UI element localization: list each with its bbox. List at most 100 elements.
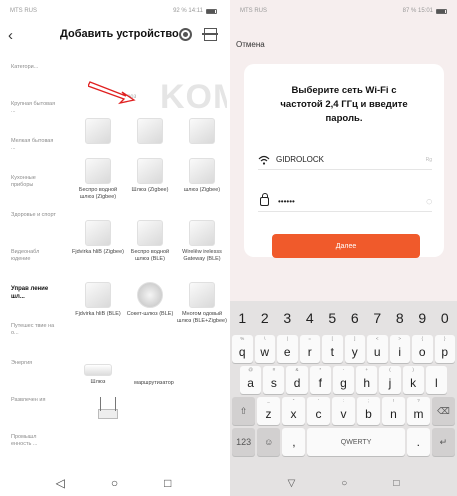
- home-nav-icon[interactable]: ○: [111, 476, 118, 490]
- sidebar-category-item[interactable]: Промышл енность ...: [0, 430, 57, 467]
- keyboard-key[interactable]: @ a: [240, 366, 262, 394]
- device-tile[interactable]: маршрутизатор: [98, 380, 184, 424]
- device-image-icon: [189, 220, 215, 246]
- keyboard-key[interactable]: [t: [322, 335, 343, 363]
- password-value: ••••••: [278, 197, 295, 206]
- back-icon[interactable]: ‹: [8, 27, 28, 44]
- sidebar-category-item[interactable]: Крупная бытовая ...: [0, 97, 57, 134]
- keyboard-key[interactable]: \ w: [254, 335, 275, 363]
- keyboard-key[interactable]: < u: [367, 335, 388, 363]
- sidebar-category-item[interactable]: Энергия: [0, 356, 57, 393]
- keyboard-key[interactable]: {o: [412, 335, 433, 363]
- keyboard-key[interactable]: 9: [412, 304, 433, 332]
- sidebar-category-item[interactable]: Здоровье и спорт: [0, 208, 57, 245]
- keyboard-key[interactable]: ; b: [357, 397, 380, 425]
- keyboard-key[interactable]: -g: [332, 366, 355, 394]
- device-tile[interactable]: Шлюз: [72, 356, 124, 386]
- keyboard-key[interactable]: (j: [379, 366, 401, 394]
- keyboard-key[interactable]: 3: [277, 304, 298, 332]
- keyboard-key[interactable]: 2: [255, 304, 276, 332]
- ssid-switch-text[interactable]: Rg: [426, 157, 432, 163]
- device-tile[interactable]: [176, 118, 227, 147]
- keyboard-key[interactable]: } p: [434, 335, 455, 363]
- dot-key[interactable]: .: [406, 428, 430, 456]
- device-tile[interactable]: Fjdvirka hliB (Zigbee): [72, 220, 124, 256]
- keyboard-key[interactable]: 0: [435, 304, 456, 332]
- device-label: Шлюз: [90, 379, 106, 385]
- keyboard-key[interactable]: ) k: [402, 366, 424, 394]
- keyboard-key[interactable]: ? m: [407, 397, 430, 425]
- wifi-card: Выберите сеть Wi-Fi с частотой 2,4 ГГц и…: [244, 64, 444, 257]
- home-nav-icon[interactable]: ○: [341, 478, 347, 489]
- device-tile[interactable]: Беспро водной шлюз (BLE): [124, 220, 176, 263]
- key-symbol-hint: ': [318, 398, 319, 403]
- eye-icon[interactable]: ◯: [426, 199, 432, 205]
- keyboard-key[interactable]: 1: [232, 304, 253, 332]
- keyboard-key[interactable]: ] y: [344, 335, 365, 363]
- key-symbol-hint: ]: [354, 336, 356, 341]
- keyboard-key[interactable]: & d: [286, 366, 308, 394]
- key-symbol-hint: <: [375, 336, 379, 341]
- device-tile[interactable]: [72, 118, 124, 147]
- key-letter: k: [410, 376, 417, 390]
- recent-nav-icon[interactable]: □: [393, 478, 399, 489]
- sidebar-category-item[interactable]: Кухонные приборы: [0, 171, 57, 208]
- keyboard-key[interactable]: 5: [322, 304, 343, 332]
- device-tile[interactable]: [124, 118, 176, 147]
- shift-key[interactable]: ⇧: [232, 397, 255, 425]
- keyboard-key[interactable]: ' c: [307, 397, 330, 425]
- keyboard-key[interactable]: :v: [332, 397, 355, 425]
- sidebar-category-item[interactable]: Путешес твие на о...: [0, 319, 57, 356]
- keyboard-key[interactable]: " x: [282, 397, 305, 425]
- comma-key[interactable]: ,: [282, 428, 306, 456]
- sidebar-category-item[interactable]: Видеонабл юдение: [0, 245, 57, 282]
- next-button[interactable]: Далее: [272, 234, 420, 258]
- device-tile[interactable]: Беспро водной шлюз (Zigbee): [72, 158, 124, 201]
- space-key[interactable]: QWERTY: [307, 428, 405, 456]
- ssid-field[interactable]: GIDROLOCK Rg: [258, 150, 432, 170]
- device-image-icon: [84, 364, 112, 376]
- qr-scan-icon[interactable]: [202, 28, 218, 41]
- sidebar-category-item[interactable]: Развлечен ия: [0, 393, 57, 430]
- keyboard-key[interactable]: | e: [277, 335, 298, 363]
- device-tile[interactable]: Сокет-шлюз (BLE): [124, 282, 176, 318]
- sidebar-category-item[interactable]: Управ ление шл...: [0, 282, 57, 319]
- device-image-icon: [189, 118, 215, 144]
- device-tile[interactable]: Многом одовый шлюз (BLE+Zigbee): [176, 282, 227, 325]
- back-nav-icon[interactable]: ◁: [56, 476, 65, 490]
- keyboard-key[interactable]: > i: [389, 335, 410, 363]
- key-letter: r: [307, 345, 312, 359]
- device-tile[interactable]: Шлюз (Zigbee): [124, 158, 176, 194]
- keyboard-key[interactable]: 7: [367, 304, 388, 332]
- keyboard-key[interactable]: # s: [263, 366, 285, 394]
- key-symbol-hint: &: [295, 367, 299, 372]
- emoji-key[interactable]: ☺: [257, 428, 281, 456]
- backspace-key[interactable]: ⌫: [432, 397, 455, 425]
- sidebar-category-item[interactable]: Категори...: [0, 60, 57, 97]
- keyboard-key[interactable]: * f: [309, 366, 331, 394]
- device-tile[interactable]: Fjdvirka hliB (BLE): [72, 282, 124, 318]
- symbols-key[interactable]: 123: [232, 428, 256, 456]
- password-field[interactable]: •••••• ◯: [258, 192, 432, 212]
- sidebar-category-item[interactable]: Мелкая бытовая ...: [0, 134, 57, 171]
- device-tile[interactable]: Wirelěw irelesss Gateway (BLE): [176, 220, 227, 263]
- enter-key[interactable]: ↵: [431, 428, 456, 456]
- keyboard-key[interactable]: ! n: [382, 397, 405, 425]
- keyboard-key[interactable]: 6: [345, 304, 366, 332]
- cancel-button[interactable]: Отмена: [236, 40, 265, 49]
- keyboard-key[interactable]: = r: [299, 335, 320, 363]
- lock-icon: [260, 193, 269, 206]
- key-letter: s: [270, 376, 277, 390]
- key-letter: v: [340, 407, 347, 421]
- hide-keyboard-icon[interactable]: ▽: [288, 478, 296, 489]
- keyboard-key[interactable]: 4: [300, 304, 321, 332]
- keyboard-key[interactable]: % q: [232, 335, 253, 363]
- keyboard-key[interactable]: _ z: [257, 397, 280, 425]
- recent-nav-icon[interactable]: □: [164, 476, 171, 490]
- device-tile[interactable]: шлюз (Zigbee): [176, 158, 227, 194]
- device-label: Шлюз (Zigbee): [131, 187, 169, 193]
- keyboard-key[interactable]: 8: [390, 304, 411, 332]
- keyboard-key[interactable]: + h: [356, 366, 378, 394]
- keyboard-key[interactable]: l: [425, 366, 447, 394]
- auto-scan-icon[interactable]: [179, 28, 192, 41]
